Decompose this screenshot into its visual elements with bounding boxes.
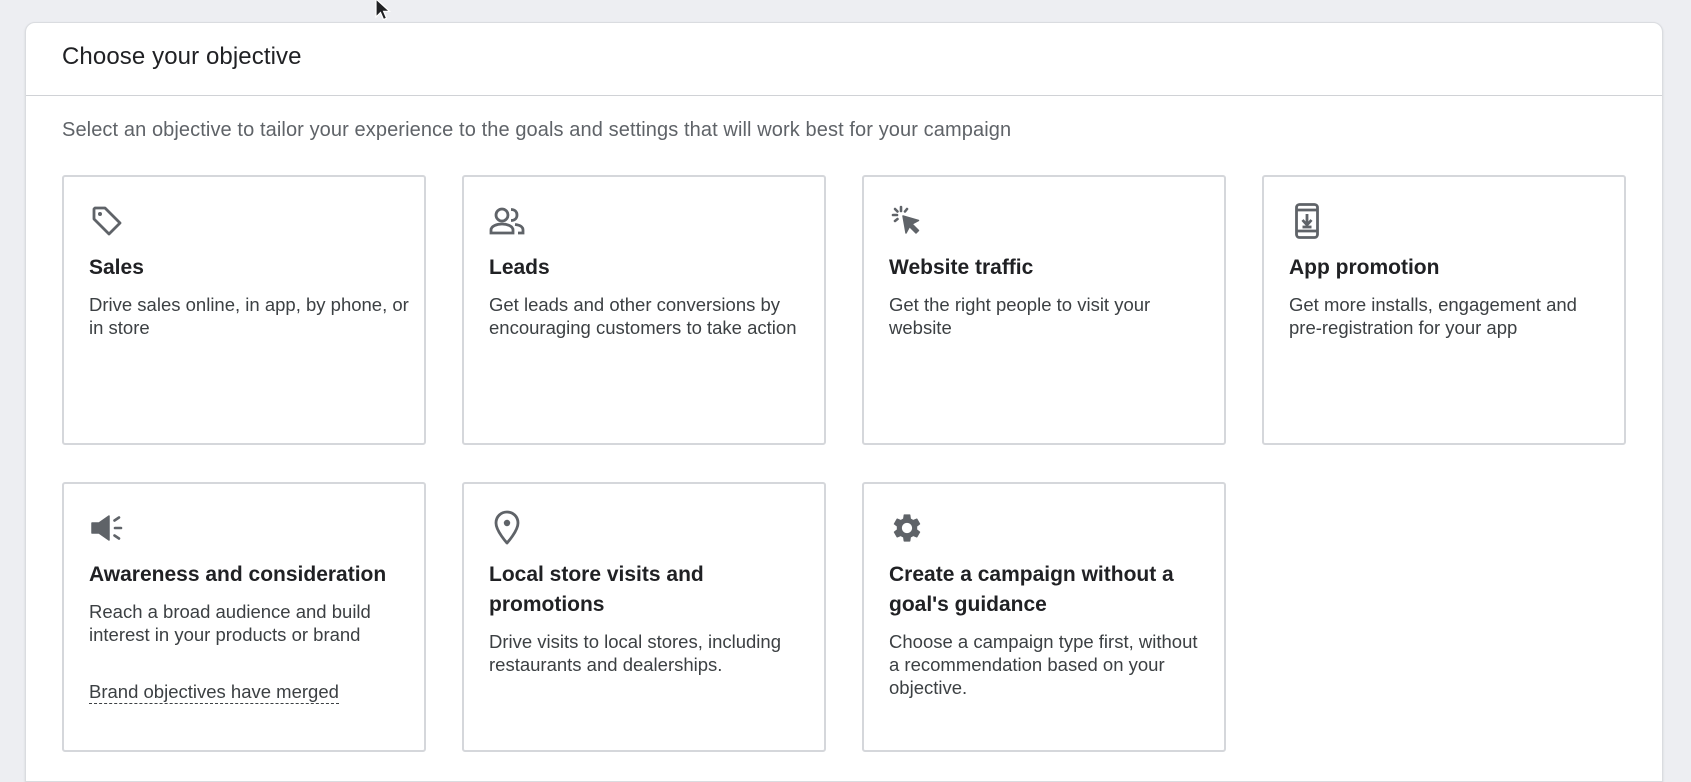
objective-card-website-traffic[interactable]: Website traffic Get the right people to …	[862, 175, 1226, 445]
brand-objectives-merged-link[interactable]: Brand objectives have merged	[89, 681, 339, 704]
objective-card-leads[interactable]: Leads Get leads and other conversions by…	[462, 175, 826, 445]
card-description: Get more installs, engagement and pre-re…	[1289, 294, 1577, 338]
people-icon	[489, 203, 525, 239]
card-title: Leads	[489, 256, 550, 279]
card-title: Awareness and consideration	[89, 563, 387, 586]
card-description: Choose a campaign type first, without a …	[889, 631, 1198, 698]
objective-card-local-store[interactable]: Local store visits and promotions Drive …	[462, 482, 826, 752]
objective-card-no-goal[interactable]: Create a campaign without a goal's guida…	[862, 482, 1226, 752]
card-title: Create a campaign without a goal's guida…	[889, 563, 1174, 616]
page-title: Choose your objective	[62, 43, 302, 70]
phone-download-icon	[1289, 203, 1325, 239]
card-description: Drive visits to local stores, including …	[489, 631, 781, 675]
card-description: Get leads and other conversions by encou…	[489, 294, 797, 338]
card-description: Get the right people to visit your websi…	[889, 294, 1151, 338]
click-cursor-icon	[889, 203, 925, 239]
mouse-pointer-icon	[375, 0, 392, 21]
card-description: Reach a broad audience and build interes…	[89, 601, 371, 645]
gear-icon	[889, 510, 925, 546]
card-title: Sales	[89, 256, 144, 279]
objective-card-sales[interactable]: Sales Drive sales online, in app, by pho…	[62, 175, 426, 445]
panel-subtitle: Select an objective to tailor your exper…	[62, 119, 1012, 141]
card-title: Website traffic	[889, 256, 1034, 279]
card-description: Drive sales online, in app, by phone, or…	[89, 294, 409, 338]
megaphone-icon	[89, 510, 125, 546]
card-title: Local store visits and promotions	[489, 563, 704, 616]
card-title: App promotion	[1289, 256, 1440, 279]
panel-header: Choose your objective	[26, 23, 1662, 96]
objective-panel: Choose your objective Select an objectiv…	[25, 22, 1663, 782]
tag-icon	[89, 203, 125, 239]
location-pin-icon	[489, 510, 525, 546]
objective-card-awareness[interactable]: Awareness and consideration Reach a broa…	[62, 482, 426, 752]
objective-card-app-promotion[interactable]: App promotion Get more installs, engagem…	[1262, 175, 1626, 445]
